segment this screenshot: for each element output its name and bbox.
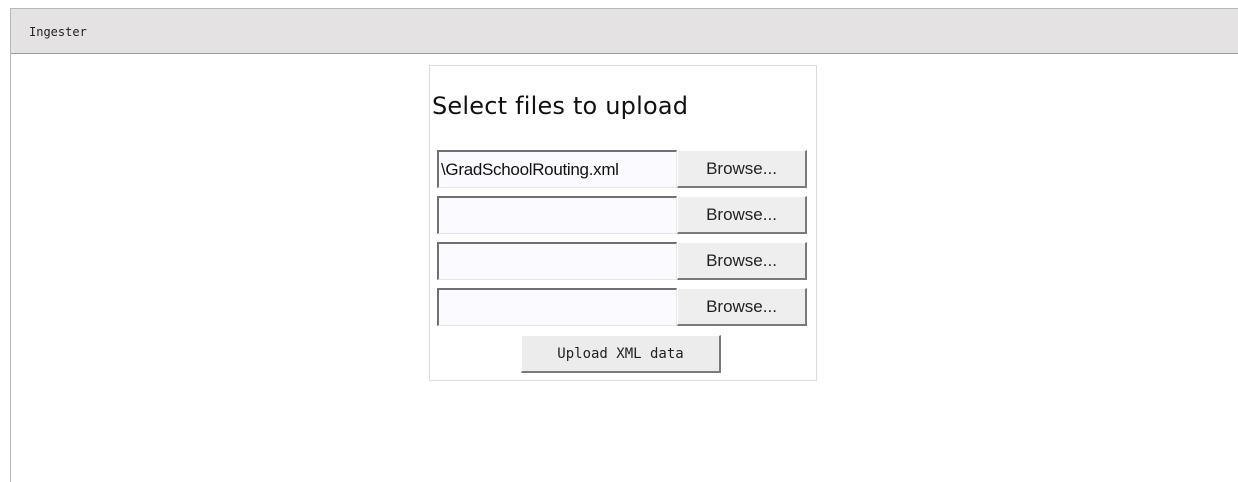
upload-panel: Select files to upload Browse... Browse.… (429, 65, 817, 381)
file-row-1: Browse... (437, 150, 807, 188)
title-bar: Ingester (11, 9, 1238, 54)
upload-xml-button[interactable]: Upload XML data (521, 335, 721, 373)
app-title: Ingester (29, 25, 87, 39)
file-path-input-3[interactable] (437, 242, 677, 280)
file-path-input-4[interactable] (437, 288, 677, 326)
browse-button-2[interactable]: Browse... (677, 196, 807, 234)
file-path-input-2[interactable] (437, 196, 677, 234)
panel-heading: Select files to upload (432, 92, 689, 120)
file-row-4: Browse... (437, 288, 807, 326)
browse-button-1[interactable]: Browse... (677, 150, 807, 188)
file-row-2: Browse... (437, 196, 807, 234)
browse-button-3[interactable]: Browse... (677, 242, 807, 280)
file-row-3: Browse... (437, 242, 807, 280)
file-path-input-1[interactable] (437, 150, 677, 188)
app-window: Ingester Select files to upload Browse..… (10, 8, 1238, 482)
browse-button-4[interactable]: Browse... (677, 288, 807, 326)
